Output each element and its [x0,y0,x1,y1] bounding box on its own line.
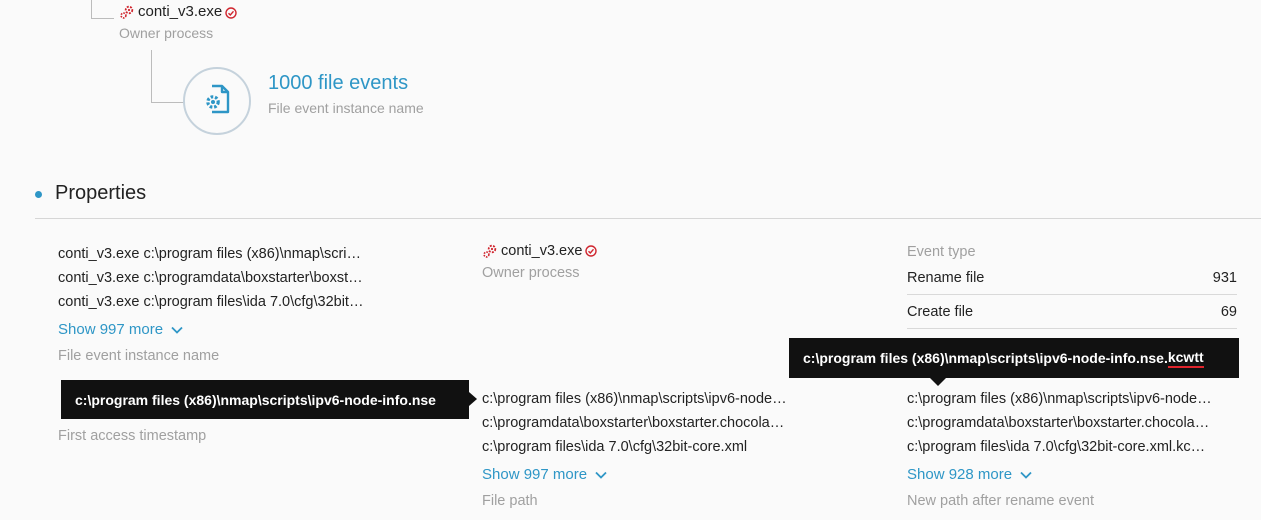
tooltip-text: c:\program files (x86)\nmap\scripts\ipv6… [75,391,436,408]
file-events-label: File event instance name [268,100,424,116]
malicious-gear-icon [482,243,498,259]
file-event-node[interactable] [183,67,251,135]
owner-process-label: Owner process [482,265,580,281]
properties-title: Properties [55,182,147,204]
instances-show-more-button[interactable]: Show 997 more [58,321,183,338]
malicious-badge-icon [585,245,598,257]
tooltip-text: c:\program files (x86)\nmap\scripts\ipv6… [803,350,1168,366]
show-more-label: Show 997 more [482,466,588,483]
chevron-down-icon [1020,471,1032,479]
owner-process-name[interactable]: conti_v3.exe [501,243,582,259]
row-divider [907,328,1237,329]
new-path-tooltip: c:\program files (x86)\nmap\scripts\ipv6… [789,338,1239,378]
tooltip-arrow [469,392,477,406]
show-more-label: Show 997 more [58,321,164,338]
section-divider [35,218,1261,219]
file-path-label: File path [482,493,538,509]
malicious-badge-icon [225,6,237,19]
new-path-row[interactable]: c:\programdata\boxstarter\boxstarter.cho… [907,415,1237,431]
instance-row[interactable]: conti_v3.exe c:\program files (x86)\nmap… [58,246,388,262]
new-path-row[interactable]: c:\program files (x86)\nmap\scripts\ipv6… [907,391,1237,407]
event-type-row[interactable]: Rename file 931 [907,270,1237,286]
instance-row[interactable]: conti_v3.exe c:\program files\ida 7.0\cf… [58,294,388,310]
malicious-gear-icon [119,4,135,20]
event-type-name: Create file [907,304,974,320]
file-path-row[interactable]: c:\program files (x86)\nmap\scripts\ipv6… [482,391,822,407]
new-path-show-more-button[interactable]: Show 928 more [907,466,1032,483]
file-gear-icon [200,82,234,121]
tree-connector [91,0,114,19]
event-type-name: Rename file [907,270,985,286]
tooltip-extension: kcwtt [1167,349,1204,368]
show-more-label: Show 928 more [907,466,1013,483]
first-access-label: First access timestamp [58,428,207,444]
section-bullet [35,191,42,198]
new-path-label: New path after rename event [907,493,1094,509]
new-path-row[interactable]: c:\program files\ida 7.0\cfg\32bit-core.… [907,439,1237,455]
event-type-row[interactable]: Create file 69 [907,304,1237,320]
owner-process-name[interactable]: conti_v3.exe [138,3,222,20]
file-path-row[interactable]: c:\program files\ida 7.0\cfg\32bit-core.… [482,439,822,455]
owner-process-property[interactable]: conti_v3.exe [482,243,598,259]
tooltip-arrow [930,378,946,386]
file-path-row[interactable]: c:\programdata\boxstarter\boxstarter.cho… [482,415,822,431]
event-type-count: 931 [1212,270,1237,286]
owner-process-node[interactable]: conti_v3.exe [119,3,237,20]
row-divider [907,294,1237,295]
file-path-tooltip: c:\program files (x86)\nmap\scripts\ipv6… [61,380,469,419]
event-type-label: Event type [907,244,976,260]
file-path-show-more-button[interactable]: Show 997 more [482,466,607,483]
chevron-down-icon [171,326,183,334]
owner-process-label: Owner process [119,25,214,41]
tree-connector [151,50,184,103]
chevron-down-icon [595,471,607,479]
instances-label: File event instance name [58,348,220,364]
file-events-title[interactable]: 1000 file events [268,72,408,95]
event-type-count: 69 [1220,304,1237,320]
instance-row[interactable]: conti_v3.exe c:\programdata\boxstarter\b… [58,270,388,286]
